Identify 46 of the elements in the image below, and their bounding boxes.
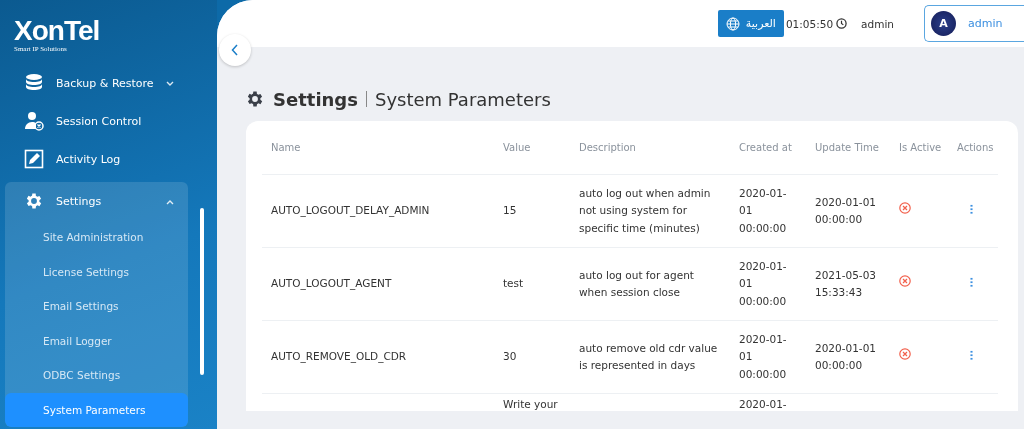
column-header: Name [271, 142, 301, 153]
sidebar-subitem[interactable]: License Settings [5, 254, 188, 289]
table-cell: 2020-01-01 00:00:00 [815, 195, 877, 225]
sidebar-item[interactable]: Backup & Restore [5, 64, 188, 102]
sidebar-item-label: Backup & Restore [56, 76, 154, 90]
column-header: Actions [957, 142, 994, 153]
table-cell: 15 [503, 204, 517, 217]
sidebar-item[interactable]: Session Control [5, 102, 188, 140]
table-cell: AUTO_LOGOUT_DELAY_ADMIN [271, 204, 430, 217]
column-header: Is Active [899, 142, 942, 153]
table-cell: Write your [503, 398, 558, 410]
table-cell: 2020-01- [739, 398, 787, 410]
table-cell: test [503, 277, 524, 290]
logo-text: XonTel [14, 18, 101, 44]
table-cell: 2020-01-01 00:00:00 [739, 186, 787, 234]
table-cell: 2020-01-01 00:00:00 [815, 341, 877, 371]
table-cell: 2021-05-03 15:33:43 [815, 268, 877, 298]
column-header: Value [503, 142, 531, 153]
sidebar-item[interactable]: Activity Log [5, 140, 188, 178]
table-cell: auto log out when admin not using system for specific time (minutes) [579, 186, 711, 234]
table-cell: AUTO_LOGOUT_AGENT [271, 277, 392, 290]
sidebar-subitem[interactable]: Email Logger [5, 323, 188, 358]
table-cell: auto log out for agent when session close [579, 268, 694, 298]
clock-time: 01:05:50 [785, 17, 834, 30]
column-header: Description [579, 142, 636, 153]
sidebar-subitem[interactable]: Email Settings [5, 289, 188, 324]
page-section-title: Settings [273, 88, 358, 110]
table-cell: 2020-01-01 00:00:00 [739, 259, 787, 307]
table-cell: 2020-01-01 00:00:00 [739, 332, 787, 380]
sidebar-subitem[interactable]: System Parameters [5, 392, 188, 427]
table-cell: 30 [503, 350, 517, 363]
column-header: Update Time [815, 142, 879, 153]
user-menu[interactable]: A admin [924, 5, 1024, 42]
sidebar-item[interactable]: Settings [5, 182, 188, 220]
sidebar-item-label: Settings [56, 194, 102, 208]
table-cell: AUTO_REMOVE_OLD_CDR [271, 350, 407, 363]
column-header: Created at [739, 142, 792, 153]
sidebar-item-label: Activity Log [56, 152, 121, 166]
page-title: System Parameters [374, 88, 551, 110]
avatar: A [931, 11, 956, 36]
sidebar-item-label: Session Control [56, 114, 142, 128]
language-button[interactable]: العربية [717, 10, 784, 37]
sidebar-subitem[interactable]: ODBC Settings [5, 358, 188, 393]
table-cell: auto remove old cdr value is represented in days [579, 341, 718, 371]
username: admin [861, 17, 894, 30]
sidebar-subitem[interactable]: Site Administration [5, 220, 188, 255]
